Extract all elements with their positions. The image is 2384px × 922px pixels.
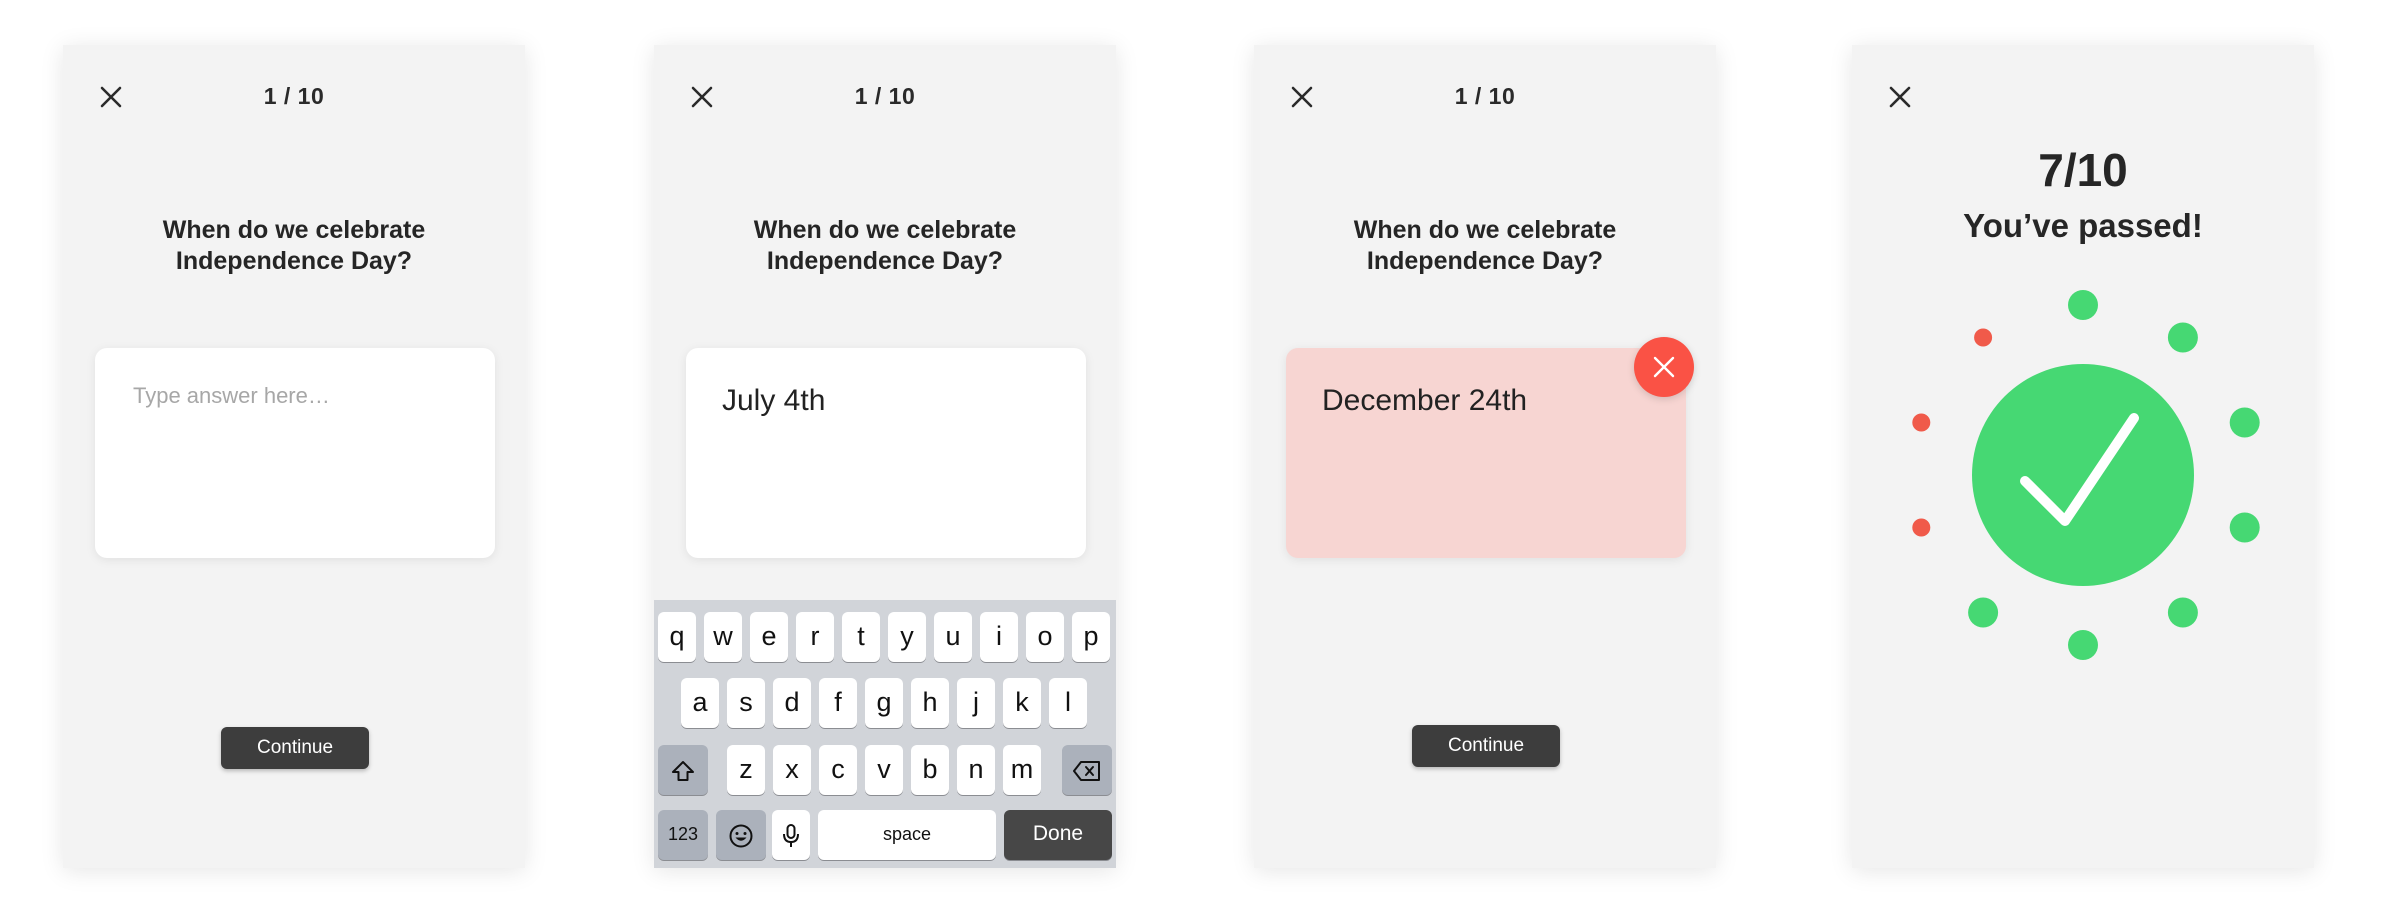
correct-dot (2167, 597, 2198, 628)
answer-input[interactable] (131, 382, 455, 410)
question-counter: 1 / 10 (854, 83, 916, 109)
key-g[interactable]: g (865, 678, 903, 728)
wrong-answer-badge (1634, 337, 1694, 397)
key-r[interactable]: r (796, 612, 834, 662)
question-counter: 1 / 10 (1454, 83, 1516, 109)
dictation-key[interactable] (772, 810, 810, 860)
missed-dot (1912, 413, 1931, 432)
quiz-screen-typing: 1 / 10 When do we celebrate Independence… (654, 45, 1116, 868)
question-text: When do we celebrate Independence Day? (1353, 216, 1617, 275)
question-text: When do we celebrate Independence Day? (753, 216, 1017, 275)
correct-dot (2068, 630, 2098, 660)
shift-key[interactable] (658, 745, 708, 795)
key-j[interactable]: j (957, 678, 995, 728)
key-s[interactable]: s (727, 678, 765, 728)
key-a[interactable]: a (681, 678, 719, 728)
key-e[interactable]: e (750, 612, 788, 662)
correct-dot (2068, 290, 2098, 320)
question-counter: 1 / 10 (263, 83, 325, 109)
key-b[interactable]: b (911, 745, 949, 795)
done-key[interactable]: Done (1004, 810, 1112, 860)
key-i[interactable]: i (980, 612, 1018, 662)
backspace-key[interactable] (1062, 745, 1112, 795)
key-n[interactable]: n (957, 745, 995, 795)
success-circle (1972, 364, 2194, 586)
result-message: You’ve passed! (1963, 207, 2203, 244)
key-q[interactable]: q (658, 612, 696, 662)
emoji-key[interactable] (716, 810, 766, 860)
missed-dot (1912, 518, 1931, 537)
key-w[interactable]: w (704, 612, 742, 662)
key-h[interactable]: h (911, 678, 949, 728)
answer-card-wrong: December 24th (1286, 348, 1686, 558)
microphone-icon (783, 823, 799, 847)
key-y[interactable]: y (888, 612, 926, 662)
answer-input-value[interactable]: July 4th (722, 384, 825, 418)
numbers-key[interactable]: 123 (658, 810, 708, 860)
onscreen-keyboard: qwertyuiop asdfghjkl zxcvbnm 123 space D… (654, 600, 1116, 868)
correct-dot (1968, 597, 1999, 628)
continue-button[interactable]: Continue (221, 727, 369, 769)
key-p[interactable]: p (1072, 612, 1110, 662)
quiz-screen-empty: 1 / 10 When do we celebrate Independence… (63, 45, 525, 868)
close-icon (1653, 356, 1675, 378)
backspace-icon (1073, 760, 1100, 781)
missed-dot (1974, 328, 1993, 347)
close-icon[interactable] (1886, 83, 1914, 111)
key-u[interactable]: u (934, 612, 972, 662)
key-c[interactable]: c (819, 745, 857, 795)
key-m[interactable]: m (1003, 745, 1041, 795)
key-o[interactable]: o (1026, 612, 1064, 662)
correct-dot (2229, 512, 2260, 543)
score-text: 7/10 (2038, 144, 2128, 196)
key-z[interactable]: z (727, 745, 765, 795)
continue-button[interactable]: Continue (1412, 725, 1560, 767)
quiz-screen-wrong: 1 / 10 When do we celebrate Independence… (1254, 45, 1716, 868)
key-l[interactable]: l (1049, 678, 1087, 728)
key-f[interactable]: f (819, 678, 857, 728)
key-d[interactable]: d (773, 678, 811, 728)
answer-card[interactable]: July 4th (686, 348, 1086, 558)
key-t[interactable]: t (842, 612, 880, 662)
correct-dot (2167, 322, 2198, 353)
answer-card (95, 348, 495, 558)
submitted-answer: December 24th (1322, 384, 1528, 417)
space-key[interactable]: space (818, 810, 996, 860)
emoji-icon (729, 824, 753, 848)
result-graphic (1912, 290, 2260, 660)
key-x[interactable]: x (773, 745, 811, 795)
question-text: When do we celebrate Independence Day? (162, 216, 426, 275)
key-v[interactable]: v (865, 745, 903, 795)
quiz-result-screen: 7/10 You’ve passed! (1852, 45, 2314, 868)
shift-icon (672, 760, 694, 781)
correct-dot (2229, 407, 2260, 438)
key-k[interactable]: k (1003, 678, 1041, 728)
